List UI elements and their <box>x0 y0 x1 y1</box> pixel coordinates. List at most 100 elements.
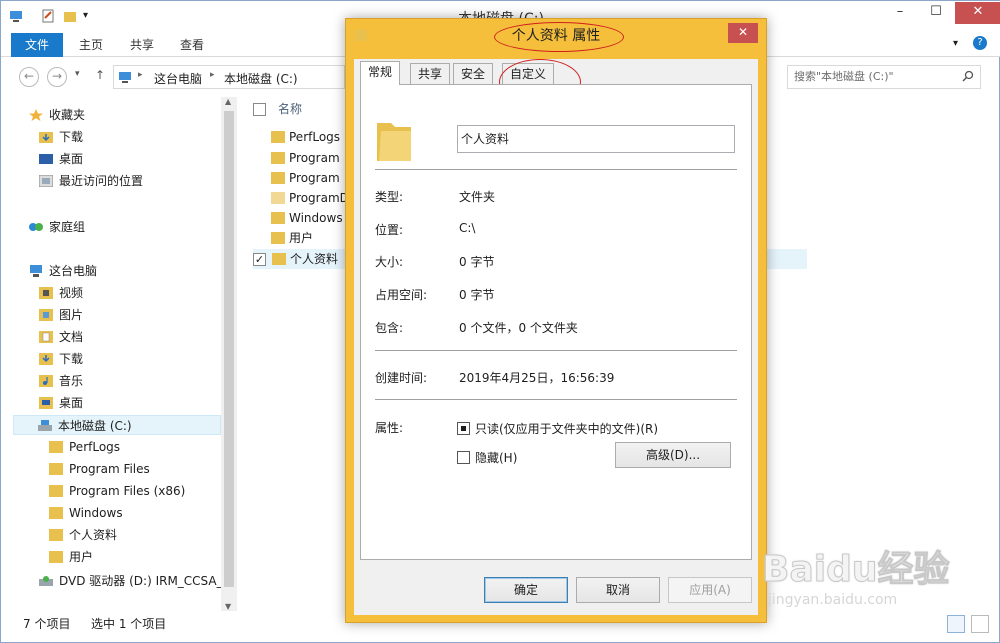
disk-size-value: 0 字节 <box>459 288 495 302</box>
nav-program-files[interactable]: Program Files <box>49 459 150 479</box>
hidden-label: 隐藏(H) <box>475 451 518 465</box>
location-value: C:\ <box>459 221 476 235</box>
dialog-close-button[interactable]: ✕ <box>728 23 758 43</box>
dialog-body: 常规 共享 安全 自定义 个人资料 类型: 文件夹 位置: C:\ 大小: 0 … <box>354 59 758 615</box>
video-folder-icon <box>39 286 53 299</box>
cancel-button[interactable]: 取消 <box>576 577 660 603</box>
scroll-up-icon[interactable]: ▲ <box>225 97 231 106</box>
large-icons-view-icon[interactable] <box>971 615 989 633</box>
close-button[interactable]: ✕ <box>955 2 1000 24</box>
desktop-folder-icon <box>39 396 53 409</box>
type-value: 文件夹 <box>459 190 496 204</box>
contains-label: 包含: <box>375 321 404 335</box>
folder-icon <box>49 484 63 497</box>
desktop-icon <box>39 153 53 164</box>
scroll-thumb[interactable] <box>224 111 234 587</box>
maximize-button[interactable]: ☐ <box>921 2 951 24</box>
folder-icon <box>271 171 285 184</box>
nav-local-disk[interactable]: 本地磁盘 (C:) <box>13 415 221 435</box>
nav-documents[interactable]: 文档 <box>39 327 83 347</box>
details-view-icon[interactable] <box>947 615 965 633</box>
nav-windows[interactable]: Windows <box>49 503 123 523</box>
nav-scrollbar[interactable]: ▲ ▼ <box>221 97 237 611</box>
nav-label: 本地磁盘 (C:) <box>58 419 132 433</box>
tab-file[interactable]: 文件 <box>11 33 64 57</box>
folder-large-icon <box>377 123 411 161</box>
watermark-logo: Baidu经验 <box>761 549 950 591</box>
folder-icon <box>271 211 285 224</box>
nav-desktop[interactable]: 桌面 <box>39 149 83 169</box>
created-label: 创建时间: <box>375 371 428 385</box>
breadcrumb-this-pc[interactable]: 这台电脑 <box>154 70 202 87</box>
chevron-down-icon[interactable]: ▾ <box>953 38 958 49</box>
size-label: 大小: <box>375 255 404 269</box>
nav-favorites[interactable]: 收藏夹 <box>29 105 85 125</box>
item-count: 7 个项目 <box>23 617 71 631</box>
nav-label: 文档 <box>59 330 84 344</box>
nav-label: DVD 驱动器 (D:) IRM_CCSA_X <box>59 574 231 588</box>
file-row[interactable]: Windows <box>271 208 343 228</box>
nav-pictures[interactable]: 图片 <box>39 305 83 325</box>
forward-button[interactable]: → <box>47 67 67 87</box>
tab-security[interactable]: 安全 <box>453 63 494 85</box>
nav-downloads[interactable]: 下载 <box>39 127 83 147</box>
nav-label: 桌面 <box>59 396 84 410</box>
advanced-button[interactable]: 高级(D)... <box>615 442 731 468</box>
apply-button[interactable]: 应用(A) <box>668 577 752 603</box>
file-row[interactable]: Program <box>271 148 340 168</box>
ok-button[interactable]: 确定 <box>484 577 568 603</box>
minimize-button[interactable]: – <box>885 2 915 24</box>
nav-videos[interactable]: 视频 <box>39 283 83 303</box>
computer-icon[interactable] <box>9 9 23 23</box>
tab-sharing[interactable]: 共享 <box>410 63 451 85</box>
nav-this-pc[interactable]: 这台电脑 <box>29 261 97 281</box>
tab-general[interactable]: 常规 <box>360 61 401 85</box>
nav-downloads-pc[interactable]: 下载 <box>39 349 83 369</box>
tab-view[interactable]: 查看 <box>166 33 218 57</box>
breadcrumb-local-disk[interactable]: 本地磁盘 (C:) <box>224 70 298 87</box>
nav-label: 用户 <box>69 550 94 564</box>
address-bar[interactable]: ▸ 这台电脑 ▸ 本地磁盘 (C:) <box>113 65 345 89</box>
properties-dialog: 个人资料 属性 ✕ 常规 共享 安全 自定义 个人资料 类型: 文件夹 位置: … <box>345 18 767 623</box>
nav-users[interactable]: 用户 <box>49 547 93 567</box>
back-button[interactable]: ← <box>19 67 39 87</box>
new-folder-icon[interactable] <box>63 9 77 23</box>
nav-personal-data[interactable]: 个人资料 <box>49 525 117 545</box>
computer-icon <box>30 264 42 277</box>
folder-icon <box>49 550 63 563</box>
scroll-down-icon[interactable]: ▼ <box>225 602 231 611</box>
folder-name-input[interactable]: 个人资料 <box>457 125 735 153</box>
hidden-checkbox[interactable] <box>457 451 470 464</box>
computer-icon <box>119 72 131 83</box>
nav-label: Windows <box>69 506 123 520</box>
nav-homegroup[interactable]: 家庭组 <box>29 217 85 237</box>
nav-label: 视频 <box>59 286 84 300</box>
select-all-checkbox[interactable] <box>253 103 266 116</box>
file-row[interactable]: PerfLogs <box>271 127 340 147</box>
recent-locations-icon[interactable]: ▾ <box>75 69 80 79</box>
up-button[interactable]: ↑ <box>95 68 105 82</box>
file-row[interactable]: ProgramD <box>271 188 349 208</box>
tab-home[interactable]: 主页 <box>65 33 117 57</box>
search-input[interactable]: 搜索"本地磁盘 (C:)" <box>787 65 981 89</box>
tab-share[interactable]: 共享 <box>116 33 168 57</box>
column-label: 名称 <box>278 102 303 116</box>
help-icon[interactable]: ? <box>973 36 987 50</box>
file-row[interactable]: 用户 <box>271 228 313 248</box>
chevron-right-icon: ▸ <box>210 70 215 80</box>
file-name: 个人资料 <box>290 252 339 266</box>
nav-desktop-pc[interactable]: 桌面 <box>39 393 83 413</box>
nav-music[interactable]: 音乐 <box>39 371 83 391</box>
chevron-down-icon[interactable]: ▾ <box>83 9 97 23</box>
nav-recent[interactable]: 最近访问的位置 <box>39 171 143 191</box>
file-row[interactable]: Program <box>271 168 340 188</box>
row-checkbox[interactable]: ✓ <box>253 253 266 266</box>
tab-customize[interactable]: 自定义 <box>502 63 555 85</box>
nav-program-files-x86[interactable]: Program Files (x86) <box>49 481 185 501</box>
properties-icon[interactable] <box>41 9 55 23</box>
nav-perflogs[interactable]: PerfLogs <box>49 437 120 457</box>
column-header-name[interactable]: 名称 <box>253 99 302 119</box>
nav-dvd-drive[interactable]: DVD 驱动器 (D:) IRM_CCSA_X <box>39 571 231 591</box>
search-icon[interactable] <box>962 70 974 82</box>
readonly-checkbox[interactable] <box>457 422 470 435</box>
